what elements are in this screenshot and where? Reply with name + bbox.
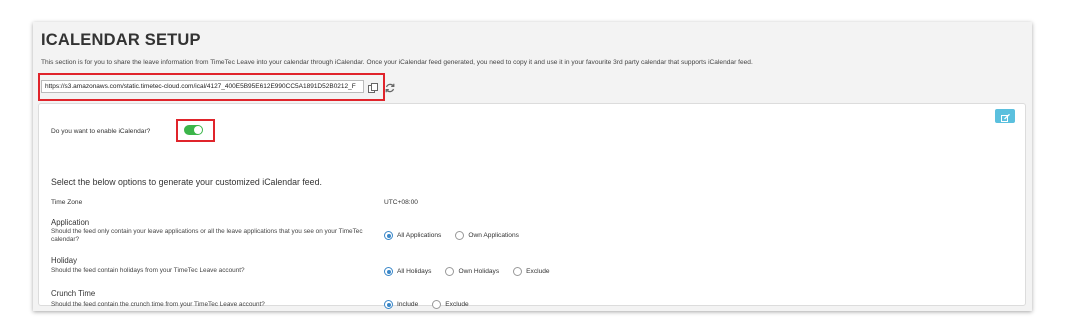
crunch-time-title: Crunch Time <box>51 289 96 298</box>
crunch-time-radio-group: Include Exclude <box>384 300 483 309</box>
holiday-radio-group: All Holidays Own Holidays Exclude <box>384 267 564 276</box>
holiday-title: Holiday <box>51 256 78 265</box>
page-description: This section is for you to share the lea… <box>41 59 753 66</box>
enable-icalendar-toggle[interactable] <box>184 125 203 135</box>
refresh-icon[interactable] <box>384 79 396 93</box>
application-radio-group: All Applications Own Applications <box>384 231 533 240</box>
timezone-label: Time Zone <box>51 199 83 206</box>
radio-exclude-crunch[interactable]: Exclude <box>432 300 469 309</box>
options-subheading: Select the below options to generate you… <box>51 177 322 187</box>
radio-button[interactable] <box>384 267 393 276</box>
crunch-time-desc: Should the feed contain the crunch time … <box>51 301 265 308</box>
application-desc: Should the feed only contain your leave … <box>51 228 363 243</box>
radio-exclude-holidays[interactable]: Exclude <box>513 267 550 276</box>
radio-button[interactable] <box>384 231 393 240</box>
application-title: Application <box>51 218 90 227</box>
radio-all-holidays[interactable]: All Holidays <box>384 267 431 276</box>
radio-button[interactable] <box>384 300 393 309</box>
edit-button[interactable] <box>995 109 1015 123</box>
radio-button[interactable] <box>432 300 442 309</box>
page-title: ICALENDAR SETUP <box>41 31 201 49</box>
radio-button[interactable] <box>445 267 455 276</box>
timezone-value: UTC+08:00 <box>384 199 418 206</box>
copy-icon[interactable] <box>367 79 379 93</box>
toggle-knob <box>194 126 202 134</box>
radio-own-applications[interactable]: Own Applications <box>455 231 519 240</box>
ical-feed-url-field[interactable]: https://s3.amazonaws.com/static.timetec-… <box>41 80 364 93</box>
edit-icon <box>1000 107 1010 126</box>
radio-include-crunch[interactable]: Include <box>384 300 418 309</box>
icalendar-setup-panel: ICALENDAR SETUP This section is for you … <box>33 22 1032 311</box>
radio-button[interactable] <box>513 267 523 276</box>
radio-button[interactable] <box>455 231 465 240</box>
radio-all-applications[interactable]: All Applications <box>384 231 441 240</box>
radio-own-holidays[interactable]: Own Holidays <box>445 267 499 276</box>
enable-icalendar-label: Do you want to enable iCalendar? <box>51 128 151 135</box>
settings-card: Do you want to enable iCalendar? Select … <box>38 103 1026 309</box>
holiday-desc: Should the feed contain holidays from yo… <box>51 267 245 274</box>
